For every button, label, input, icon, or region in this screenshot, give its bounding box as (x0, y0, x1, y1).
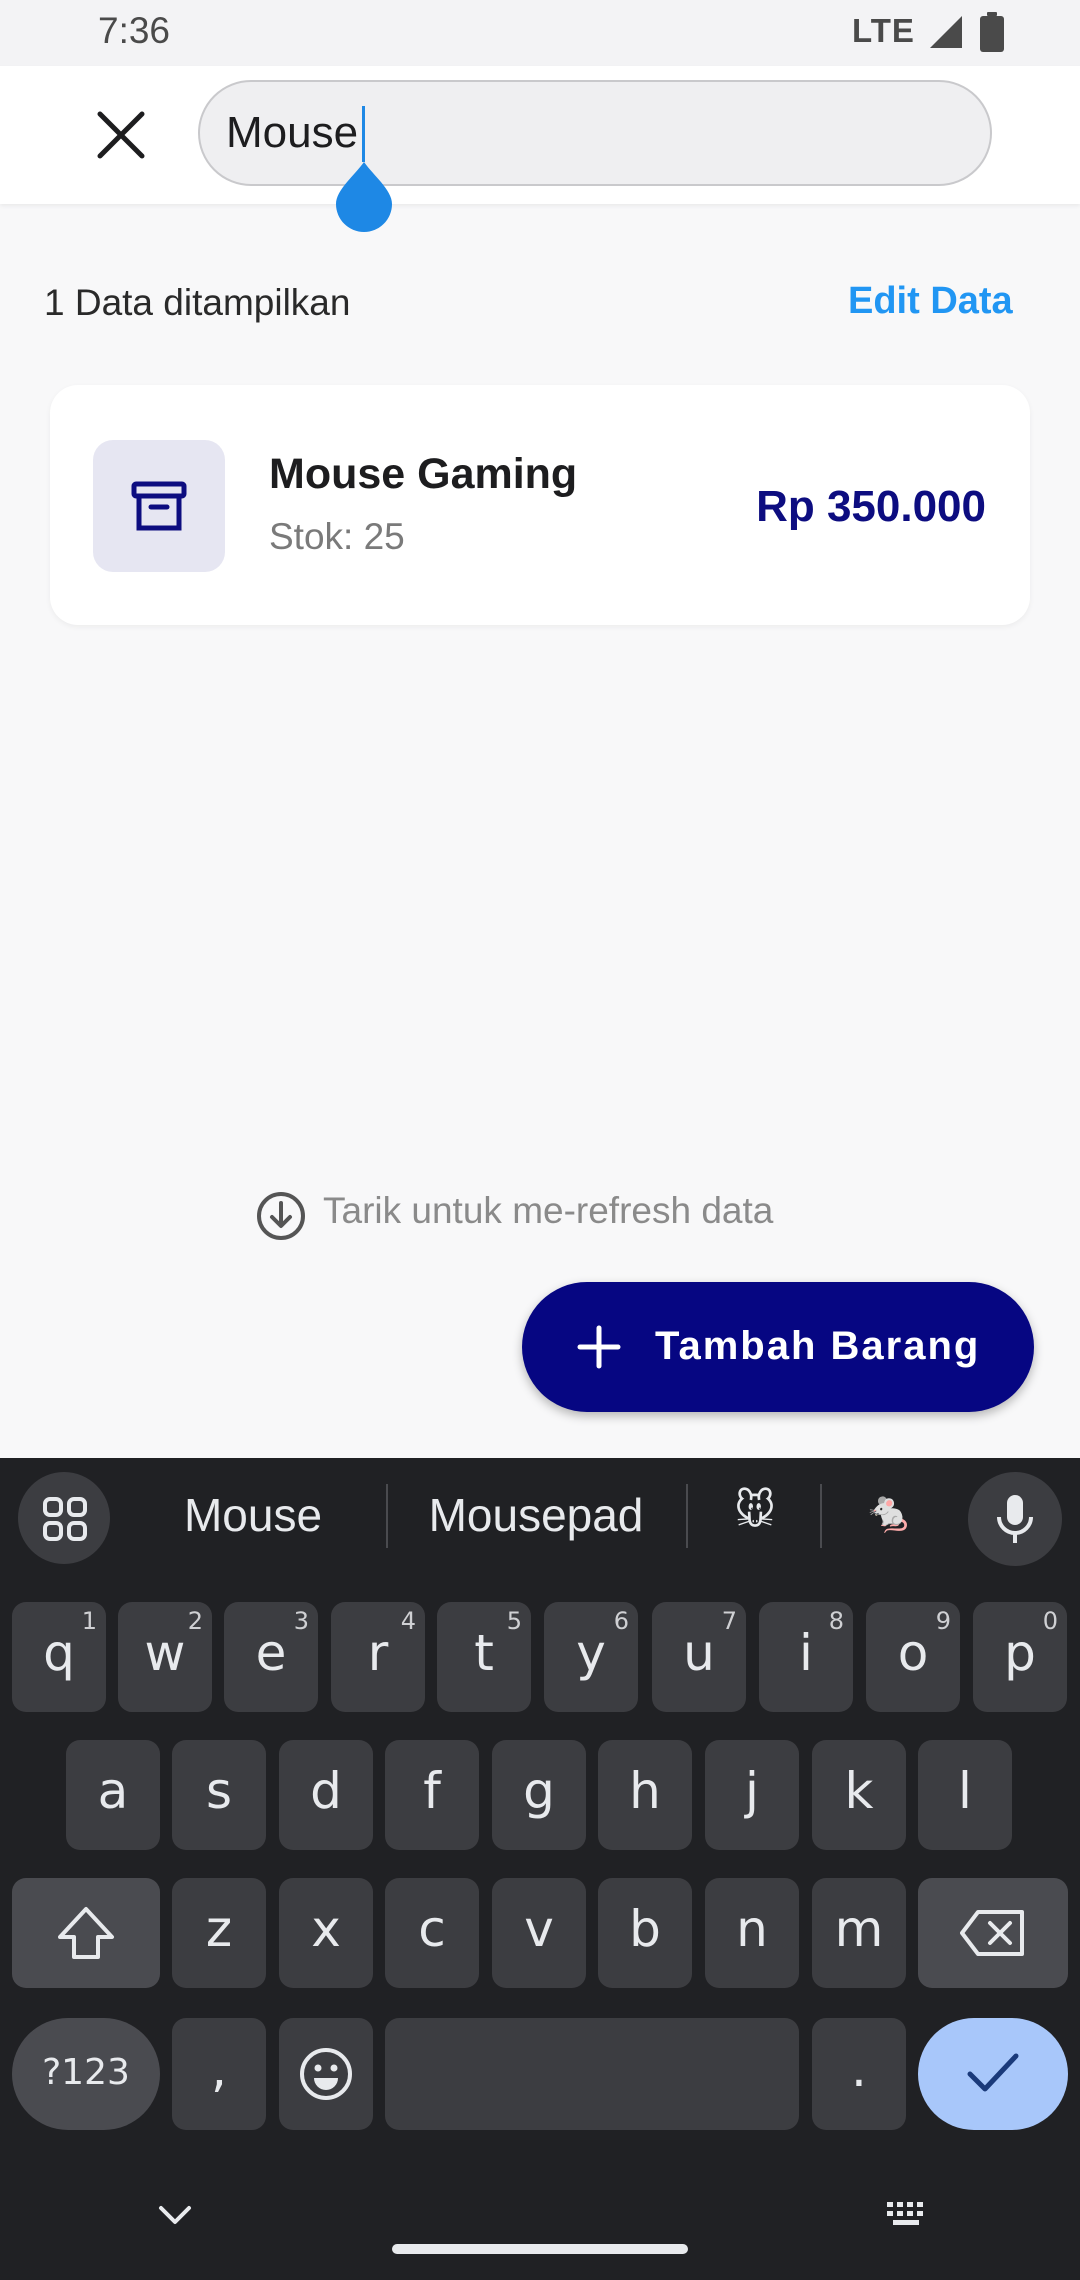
backspace-icon (960, 1910, 1024, 1956)
chevron-down-icon[interactable] (155, 2202, 195, 2228)
signal-icon (930, 16, 962, 48)
key-f[interactable]: f (385, 1740, 479, 1850)
key-v[interactable]: v (492, 1878, 586, 1988)
key-x[interactable]: x (279, 1878, 373, 1988)
key-p[interactable]: p0 (973, 1602, 1067, 1712)
close-icon[interactable] (86, 100, 156, 170)
key-k[interactable]: k (812, 1740, 906, 1850)
key-t[interactable]: t5 (437, 1602, 531, 1712)
symbols-key[interactable]: ?123 (12, 2018, 160, 2130)
comma-key[interactable]: , (172, 2018, 266, 2130)
microphone-icon (997, 1495, 1033, 1543)
key-r[interactable]: r4 (331, 1602, 425, 1712)
text-cursor (362, 106, 365, 162)
key-w[interactable]: w2 (118, 1602, 212, 1712)
period-key[interactable]: . (812, 2018, 906, 2130)
plus-icon (577, 1325, 621, 1369)
suggestion-3[interactable]: 🐭 (700, 1488, 810, 1534)
status-time: 7:36 (98, 10, 171, 51)
keyboard (0, 1458, 1080, 2280)
done-key[interactable] (918, 2018, 1068, 2130)
key-i[interactable]: i8 (759, 1602, 853, 1712)
emoji-icon (300, 2048, 352, 2100)
add-item-label: Tambah Barang (655, 1324, 981, 1368)
key-y[interactable]: y6 (544, 1602, 638, 1712)
archive-icon (131, 481, 187, 531)
key-m[interactable]: m (812, 1878, 906, 1988)
pull-down-icon (257, 1192, 305, 1240)
apps-grid-icon (43, 1497, 87, 1541)
suggestion-divider (820, 1484, 822, 1548)
shift-icon (58, 1907, 114, 1959)
key-u[interactable]: u7 (652, 1602, 746, 1712)
key-s[interactable]: s (172, 1740, 266, 1850)
suggestion-2[interactable]: Mousepad (400, 1488, 672, 1542)
result-count: 1 Data ditampilkan (44, 282, 351, 323)
network-type: LTE (852, 12, 915, 49)
checkmark-icon (967, 2053, 1019, 2092)
home-indicator[interactable] (392, 2244, 688, 2254)
key-a[interactable]: a (66, 1740, 160, 1850)
edit-data-button[interactable]: Edit Data (848, 280, 1013, 323)
key-n[interactable]: n (705, 1878, 799, 1988)
space-key[interactable] (385, 2018, 799, 2130)
shift-key[interactable] (12, 1878, 160, 1988)
suggestion-divider (686, 1484, 688, 1548)
refresh-hint: Tarik untuk me-refresh data (323, 1190, 774, 1231)
key-l[interactable]: l (918, 1740, 1012, 1850)
key-o[interactable]: o9 (866, 1602, 960, 1712)
key-e[interactable]: e3 (224, 1602, 318, 1712)
item-price: Rp 350.000 (756, 482, 986, 531)
key-h[interactable]: h (598, 1740, 692, 1850)
key-c[interactable]: c (385, 1878, 479, 1988)
search-input-value[interactable]: Mouse (226, 108, 358, 158)
text-cursor-handle[interactable] (334, 160, 394, 232)
key-j[interactable]: j (705, 1740, 799, 1850)
backspace-key[interactable] (918, 1878, 1068, 1988)
suggestion-divider (386, 1484, 388, 1548)
battery-icon (980, 12, 1004, 52)
suggestion-1[interactable]: Mouse (150, 1488, 356, 1542)
key-d[interactable]: d (279, 1740, 373, 1850)
key-z[interactable]: z (172, 1878, 266, 1988)
key-g[interactable]: g (492, 1740, 586, 1850)
key-b[interactable]: b (598, 1878, 692, 1988)
suggestion-4[interactable]: 🐁 (834, 1488, 944, 1535)
item-name: Mouse Gaming (269, 450, 578, 498)
keyboard-switch-icon[interactable] (885, 2200, 929, 2230)
item-stock: Stok: 25 (269, 516, 405, 557)
key-q[interactable]: q1 (12, 1602, 106, 1712)
emoji-key[interactable] (279, 2018, 373, 2130)
